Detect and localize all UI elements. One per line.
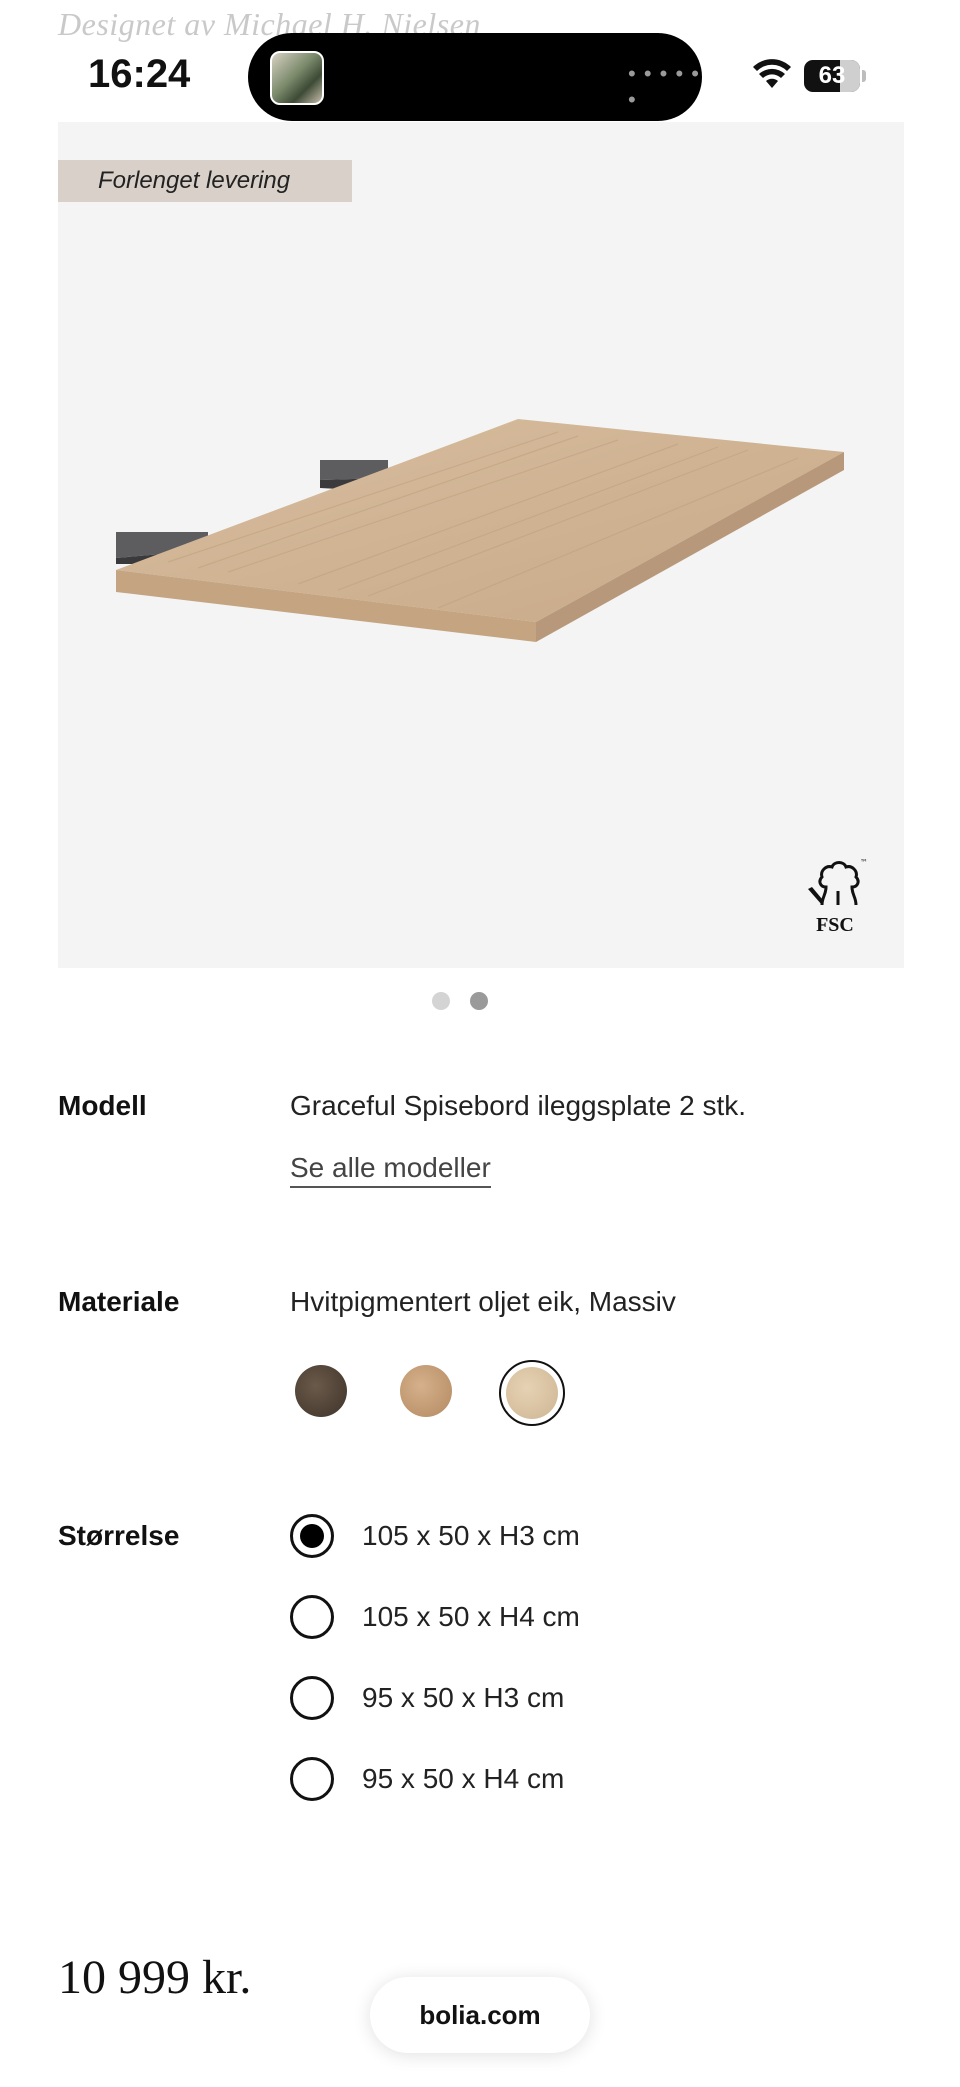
size-radio-3[interactable]: [290, 1676, 334, 1720]
swatch-oiled-oak[interactable]: [400, 1365, 452, 1417]
size-option-label[interactable]: 105 x 50 x H4 cm: [362, 1601, 580, 1633]
size-option-label[interactable]: 105 x 50 x H3 cm: [362, 1520, 580, 1552]
fsc-tree-icon: ™: [808, 858, 868, 906]
material-value: Hvitpigmentert oljet eik, Massiv: [290, 1286, 676, 1317]
size-radio-4[interactable]: [290, 1757, 334, 1801]
pagination-dot[interactable]: [432, 992, 450, 1010]
size-option-label[interactable]: 95 x 50 x H4 cm: [362, 1763, 564, 1795]
size-label: Størrelse: [58, 1520, 180, 1551]
swatch-white-pigmented-oak[interactable]: [506, 1367, 558, 1419]
size-option-label[interactable]: 95 x 50 x H3 cm: [362, 1682, 564, 1714]
dynamic-island[interactable]: • • • • • •: [248, 33, 702, 121]
extension-leaf-image: [116, 419, 844, 642]
material-label: Materiale: [58, 1286, 180, 1317]
model-label: Modell: [58, 1090, 147, 1121]
battery-level: 63: [818, 62, 846, 89]
delivery-badge: Forlenget levering: [58, 160, 352, 202]
swatch-dark-oak[interactable]: [295, 1365, 347, 1417]
see-all-models-link[interactable]: Se alle modeller: [290, 1152, 491, 1188]
waveform-icon: • • • • • •: [628, 61, 700, 112]
product-price: 10 999 kr.: [58, 1951, 252, 2004]
battery-nub: [862, 70, 866, 82]
wifi-icon: [753, 59, 791, 88]
product-image-gallery[interactable]: Forlenget levering ™ FSC: [58, 122, 904, 968]
fsc-label: FSC: [816, 914, 854, 936]
battery-icon: 63: [804, 60, 860, 92]
size-radio-2[interactable]: [290, 1595, 334, 1639]
now-playing-thumbnail: [270, 51, 324, 105]
status-time: 16:24: [88, 52, 191, 96]
model-value: Graceful Spisebord ileggsplate 2 stk.: [290, 1090, 747, 1121]
fsc-logo: ™ FSC: [800, 857, 870, 937]
pagination-dot-active[interactable]: [470, 992, 488, 1010]
svg-text:™: ™: [860, 858, 868, 867]
browser-url-bar[interactable]: bolia.com: [370, 1977, 590, 2053]
size-radio-1[interactable]: [290, 1514, 334, 1558]
